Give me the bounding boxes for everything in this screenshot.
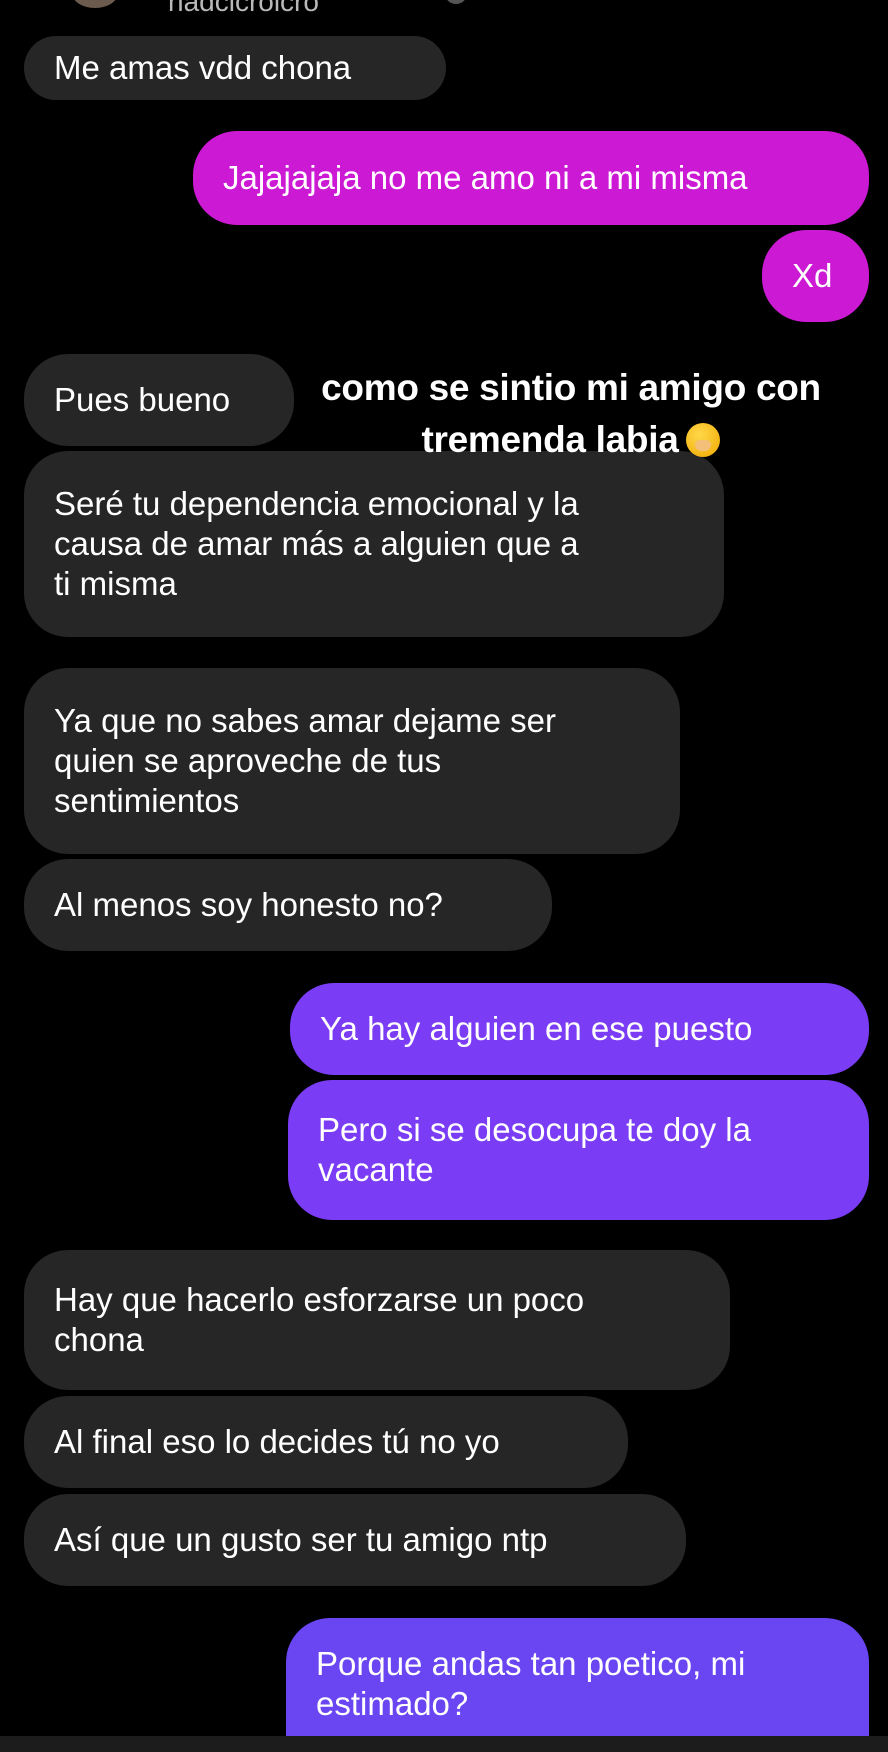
message-incoming[interactable]: Seré tu dependencia emocional y la causa… — [24, 451, 724, 637]
message-outgoing[interactable]: Xd — [762, 230, 869, 322]
message-incoming[interactable]: Pues bueno — [24, 354, 294, 446]
composer-edge — [0, 1736, 888, 1752]
message-outgoing[interactable]: Porque andas tan poetico, mi estimado? — [286, 1618, 869, 1736]
message-incoming[interactable]: Me amas vdd chona — [24, 36, 446, 100]
message-outgoing[interactable]: Jajajajaja no me amo ni a mi misma — [193, 131, 869, 225]
message-outgoing[interactable]: Ya hay alguien en ese puesto — [290, 983, 869, 1075]
header-icon — [446, 0, 466, 4]
avatar[interactable] — [72, 0, 118, 8]
chat-header: hadcicrolcro — [0, 0, 888, 36]
caption-line-wrapper: tremenda labia — [276, 414, 866, 466]
overlay-caption: como se sintio mi amigo con tremenda lab… — [276, 362, 866, 466]
caption-line: como se sintio mi amigo con — [321, 367, 821, 408]
message-incoming[interactable]: Hay que hacerlo esforzarse un poco chona — [24, 1250, 730, 1390]
message-incoming[interactable]: Al final eso lo decides tú no yo — [24, 1396, 628, 1488]
message-outgoing[interactable]: Pero si se desocupa te doy la vacante — [288, 1080, 869, 1220]
message-incoming[interactable]: Así que un gusto ser tu amigo ntp — [24, 1494, 686, 1586]
message-incoming[interactable]: Al menos soy honesto no? — [24, 859, 552, 951]
caption-line: tremenda labia — [421, 419, 679, 460]
yawning-face-emoji-icon — [686, 423, 721, 457]
username-label[interactable]: hadcicrolcro — [168, 0, 319, 18]
message-incoming[interactable]: Ya que no sabes amar dejame ser quien se… — [24, 668, 680, 854]
